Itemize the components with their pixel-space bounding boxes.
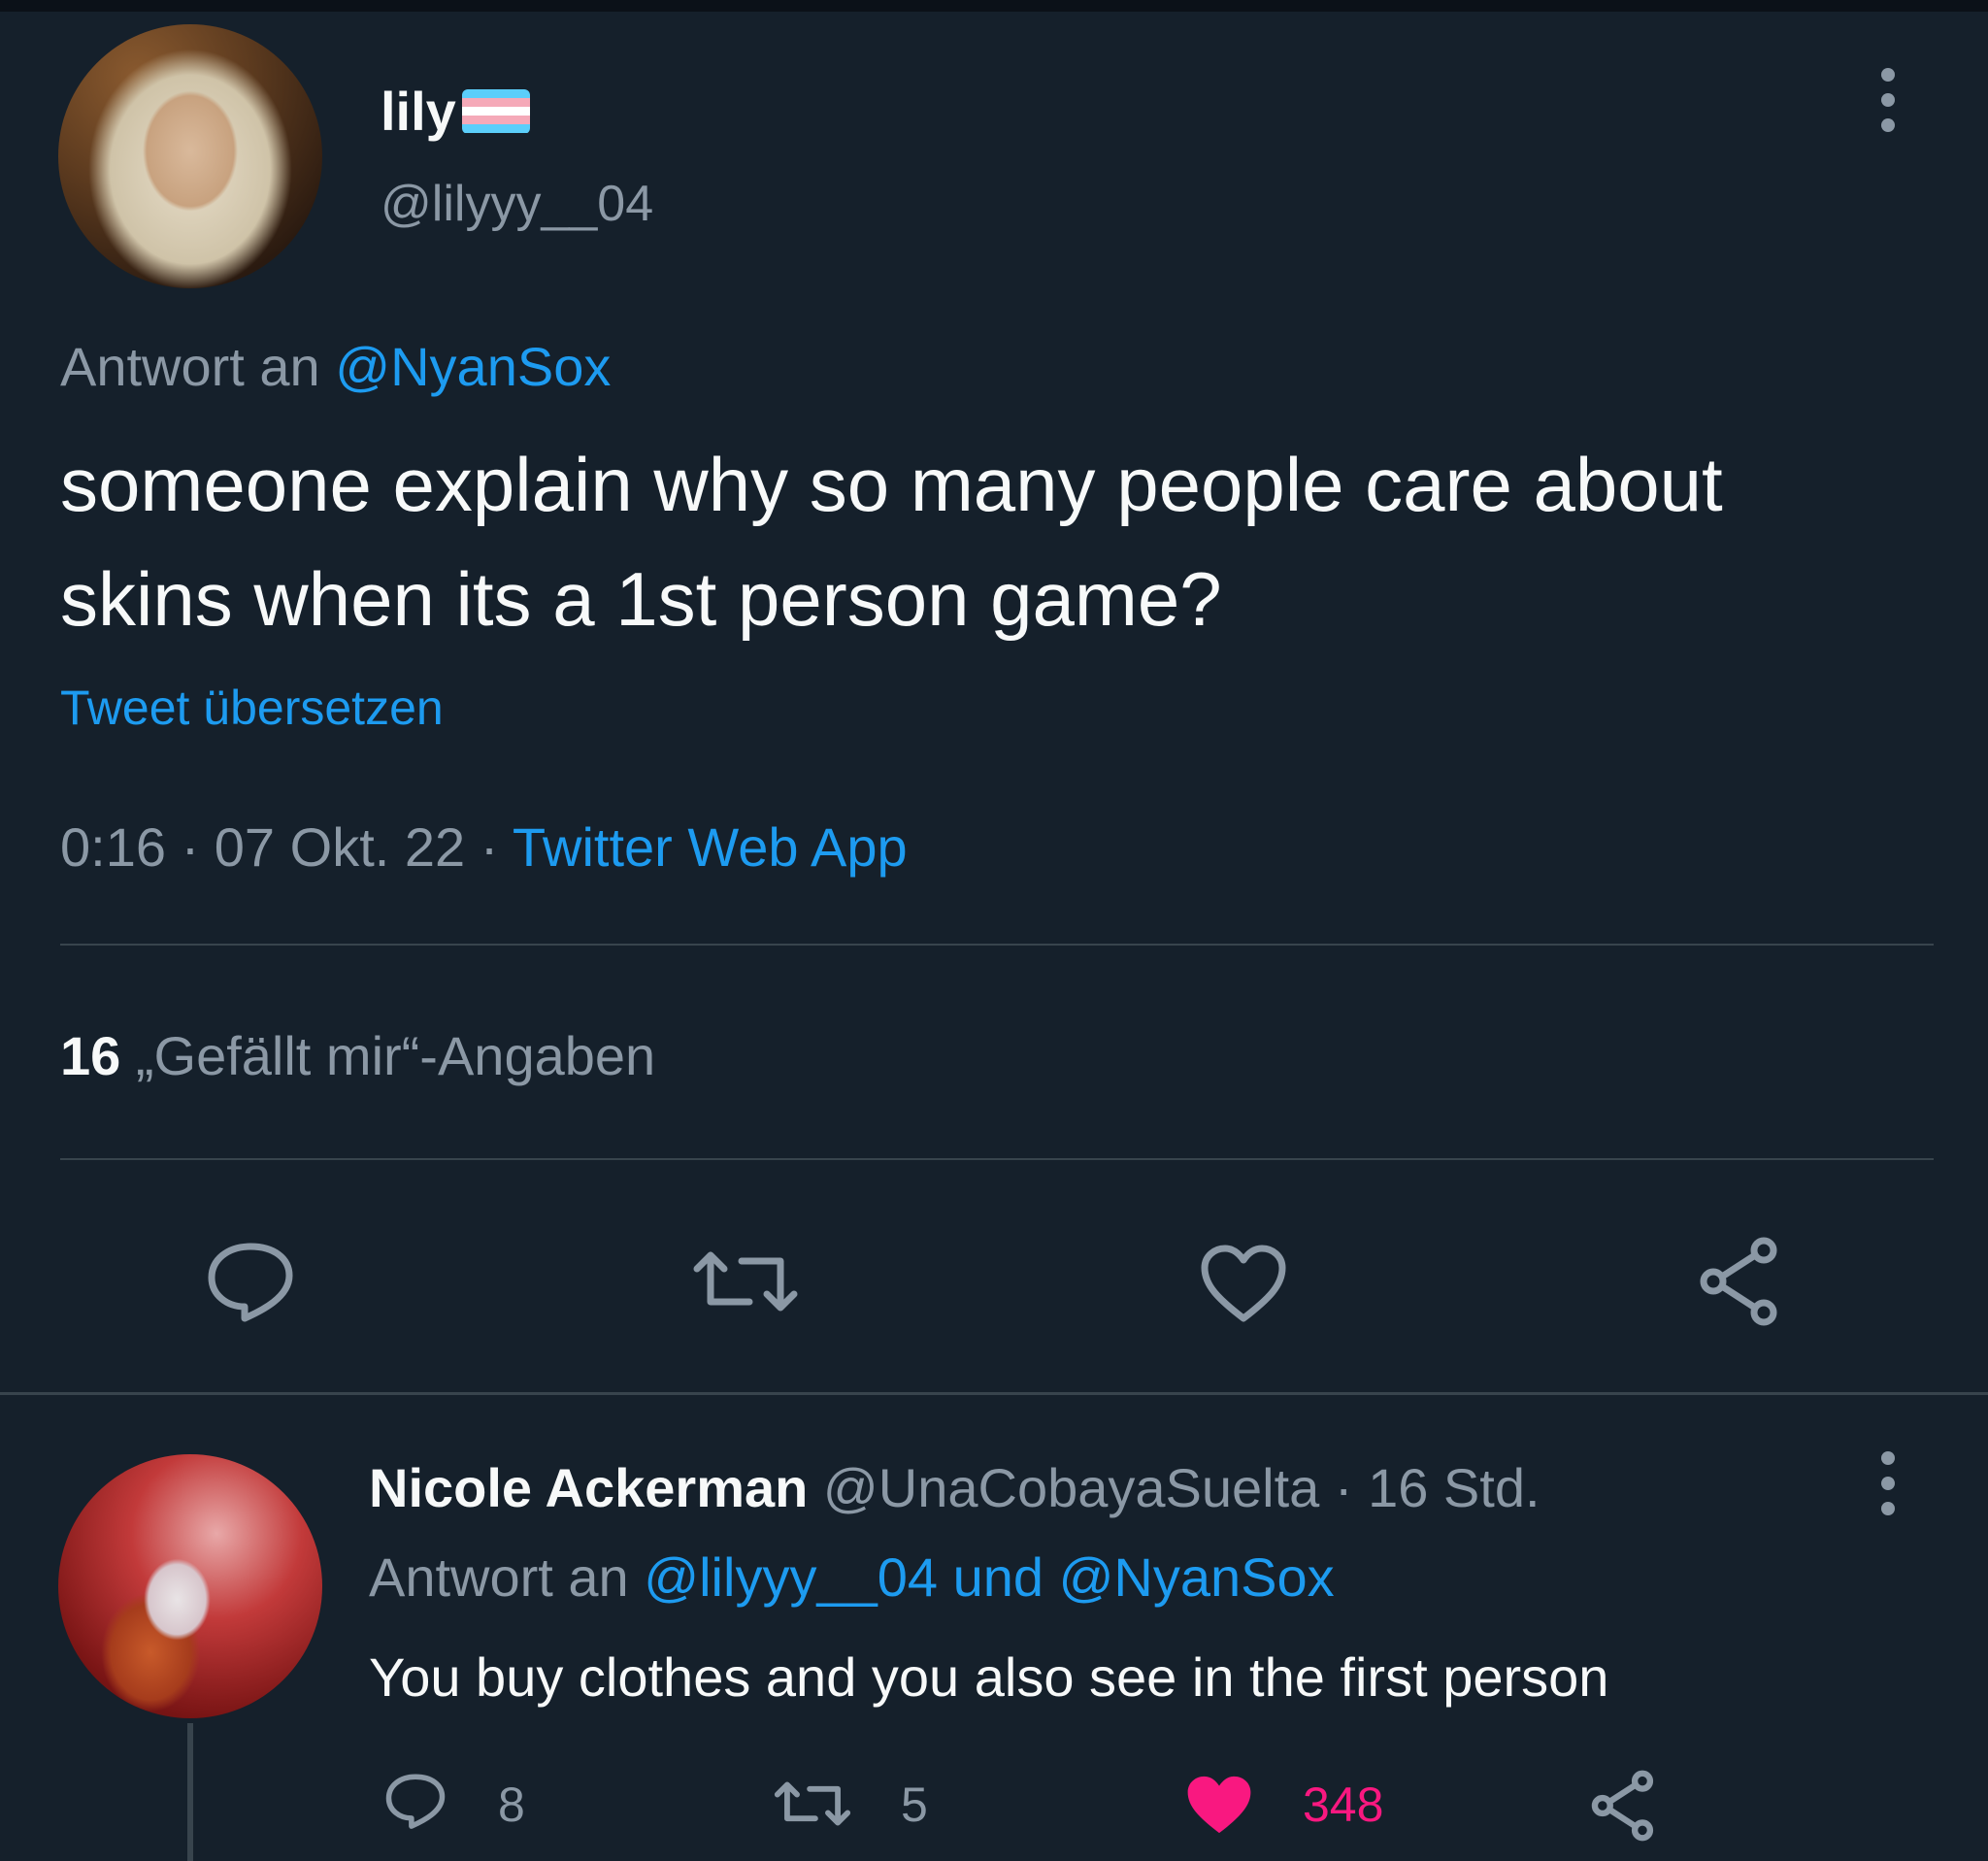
avatar[interactable] [58, 1454, 322, 1718]
reply-icon [385, 1774, 446, 1829]
retweet-count: 5 [901, 1778, 928, 1832]
tweet-time[interactable]: 0:16 [60, 816, 166, 878]
author-handle[interactable]: @lilyyy__04 [381, 175, 653, 233]
thread-line [187, 1723, 193, 1861]
share-icon [1700, 1237, 1777, 1326]
display-name[interactable]: Nicole Ackerman [369, 1457, 808, 1518]
trans-flag-icon [461, 88, 530, 134]
author-name[interactable]: lily [381, 80, 530, 143]
reply-prefix: Antwort an [369, 1546, 629, 1608]
divider [60, 944, 1934, 946]
reply-target-link[interactable]: @lilyyy__04 und @NyanSox [644, 1546, 1334, 1608]
retweet-button[interactable] [689, 1247, 802, 1315]
share-icon [1591, 1770, 1654, 1842]
retweet-icon [693, 1251, 798, 1312]
reply-context: Antwort an @NyanSox [60, 335, 611, 398]
more-icon[interactable] [1873, 68, 1903, 136]
likes-count: 16 [60, 1025, 121, 1086]
reply-prefix: Antwort an [60, 336, 320, 397]
tweet-time[interactable]: · 16 Std. [1335, 1457, 1541, 1518]
reply-button[interactable] [204, 1241, 297, 1322]
avatar[interactable] [58, 24, 322, 288]
more-icon[interactable] [1873, 1451, 1903, 1519]
retweet-button[interactable] [772, 1778, 853, 1829]
divider [0, 1392, 1988, 1395]
reply-header: Nicole Ackerman @UnaCobayaSuelta · 16 St… [369, 1456, 1541, 1519]
reply-count: 8 [498, 1778, 525, 1832]
like-count: 348 [1303, 1778, 1384, 1832]
like-icon [1187, 1776, 1251, 1834]
likes-label: „Gefällt mir“-Angaben [135, 1025, 656, 1086]
author-handle[interactable]: @UnaCobayaSuelta [823, 1457, 1319, 1518]
translate-link[interactable]: Tweet übersetzen [60, 680, 444, 736]
tweet-text: You buy clothes and you also see in the … [369, 1646, 1609, 1708]
meta-separator: · [181, 816, 200, 878]
likes-summary[interactable]: 16 „Gefällt mir“-Angaben [60, 1024, 655, 1087]
reply-button[interactable] [383, 1772, 447, 1830]
like-button[interactable] [1182, 1772, 1256, 1838]
display-name[interactable]: lily [381, 80, 456, 143]
reply-icon [208, 1243, 293, 1322]
share-button[interactable] [1694, 1235, 1787, 1328]
divider [60, 1158, 1934, 1160]
tweet-text: someone explain why so many people care … [60, 442, 1723, 642]
reply-target-link[interactable]: @NyanSox [335, 336, 611, 397]
like-icon [1201, 1245, 1286, 1322]
meta-separator: · [480, 816, 499, 878]
retweet-icon [774, 1781, 851, 1826]
tweet-source[interactable]: Twitter Web App [513, 816, 908, 878]
tweet-meta: 0:16 · 07 Okt. 22 · Twitter Web App [60, 815, 908, 879]
like-button[interactable] [1199, 1243, 1288, 1324]
status-bar [0, 0, 1988, 12]
tweet-date[interactable]: 07 Okt. 22 [215, 816, 465, 878]
reply-context: Antwort an @lilyyy__04 und @NyanSox [369, 1545, 1335, 1609]
share-button[interactable] [1587, 1769, 1661, 1843]
